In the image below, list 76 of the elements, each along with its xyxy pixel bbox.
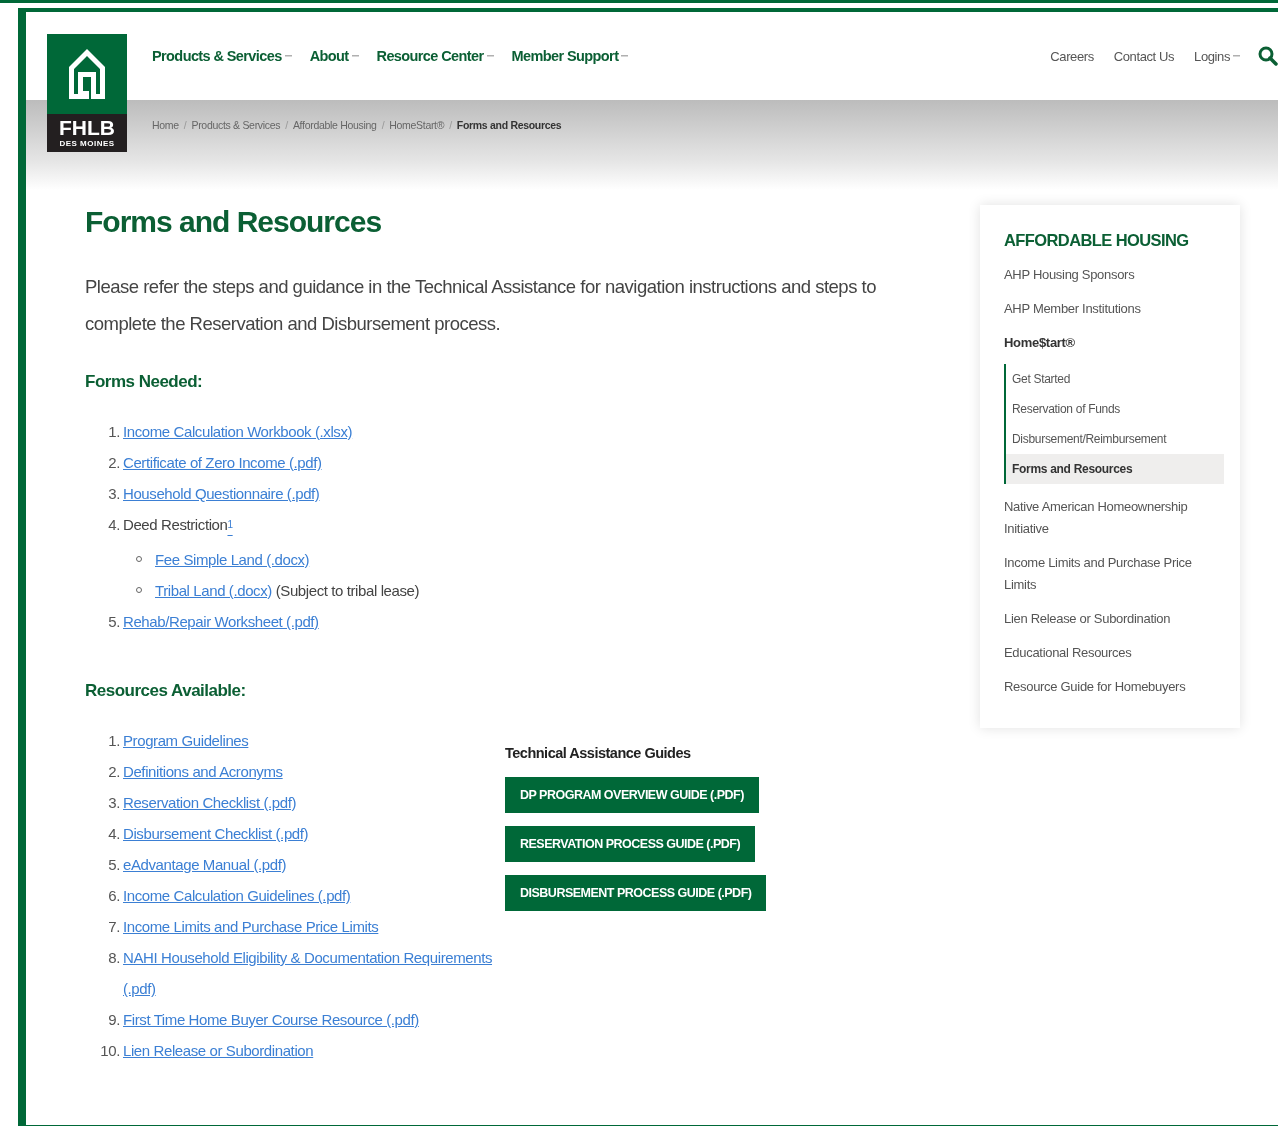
list-number: 4. [107, 824, 120, 844]
list-number: 1. [107, 422, 120, 442]
document-link[interactable]: Household Questionnaire (.pdf) [123, 478, 320, 509]
breadcrumb-item[interactable]: Home [152, 119, 179, 131]
nav-link[interactable]: Products & Services [152, 48, 292, 64]
search-icon[interactable] [1258, 46, 1278, 66]
utility-link[interactable]: Careers [1050, 48, 1094, 64]
list-number: 2. [107, 453, 120, 473]
document-link[interactable]: Reservation Checklist (.pdf) [123, 787, 297, 818]
sidebar-subitem[interactable]: Disbursement/Reimbursement [1006, 424, 1224, 454]
list-number: 9. [107, 1010, 120, 1030]
logo[interactable]: FHLB DES MOINES [47, 34, 127, 152]
list-number: 8. [107, 948, 120, 968]
utility-link[interactable]: Contact Us [1113, 48, 1175, 64]
document-link[interactable]: Lien Release or Subordination [123, 1035, 314, 1066]
utility-link[interactable]: Logins [1194, 48, 1240, 64]
sidebar-item[interactable]: Lien Release or Subordination [1004, 608, 1224, 630]
sidebar-subitem[interactable]: Forms and Resources [1006, 454, 1224, 484]
sidebar-item[interactable]: AHP Member Institutions [1004, 298, 1224, 320]
page-title: Forms and Resources [85, 204, 383, 240]
document-link[interactable]: Disbursement Checklist (.pdf) [123, 818, 309, 849]
document-link[interactable]: Rehab/Repair Worksheet (.pdf) [123, 606, 319, 637]
sidebar-item[interactable]: AHP Housing Sponsors [1004, 264, 1224, 286]
section-heading: Forms Needed: [85, 372, 204, 392]
list-note: (Subject to tribal lease) [275, 581, 420, 601]
list-number: 5. [107, 855, 120, 875]
list-number: 5. [107, 612, 120, 632]
guide-button[interactable]: DP PROGRAM OVERVIEW GUIDE (.PDF) [505, 777, 759, 813]
breadcrumb-item[interactable]: Products & Services [191, 119, 281, 131]
breadcrumb-separator: / [285, 119, 288, 131]
guide-button[interactable]: RESERVATION PROCESS GUIDE (.PDF) [505, 826, 756, 862]
document-link[interactable]: Income Limits and Purchase Price Limits [123, 911, 379, 942]
breadcrumb-item: Forms and Resources [456, 119, 562, 131]
list-number: 4. [107, 515, 120, 535]
document-link[interactable]: Definitions and Acronyms [123, 756, 283, 787]
document-link[interactable]: Fee Simple Land (.docx) [155, 544, 310, 575]
list-number: 10. [99, 1041, 120, 1061]
sidebar-item[interactable]: Income Limits and Purchase Price Limits [1004, 552, 1224, 596]
breadcrumb-separator: / [449, 119, 452, 131]
sidebar-item[interactable]: Resource Guide for Homebuyers [1004, 676, 1224, 698]
list-text: Deed Restriction [123, 515, 228, 535]
sidebar-item[interactable]: Native American Homeownership Initiative [1004, 496, 1224, 540]
document-link[interactable]: Income Calculation Workbook (.xlsx) [123, 416, 353, 447]
breadcrumb-item[interactable]: HomeStart® [389, 119, 445, 131]
document-link[interactable]: Program Guidelines [123, 725, 249, 756]
logo-name: FHLB [58, 117, 116, 139]
logo-subtitle: DES MOINES [58, 139, 116, 148]
section-heading: Resources Available: [85, 681, 247, 701]
footnote-link[interactable]: 1 [227, 509, 233, 544]
sidebar-subitem[interactable]: Get Started [1006, 364, 1224, 394]
breadcrumb-separator: / [183, 119, 187, 131]
document-link[interactable]: Certificate of Zero Income (.pdf) [123, 447, 322, 478]
document-link[interactable]: eAdvantage Manual (.pdf) [123, 849, 286, 880]
sidebar-item[interactable]: Home$tart® [1004, 332, 1224, 354]
sidebar-heading: AFFORDABLE HOUSING [1004, 231, 1190, 250]
list-number: 2. [107, 762, 120, 782]
sidebar-item[interactable]: Educational Resources [1004, 642, 1224, 664]
nav-link[interactable]: Member Support [511, 48, 629, 64]
guide-button[interactable]: DISBURSEMENT PROCESS GUIDE (.PDF) [505, 875, 767, 911]
list-number: 3. [107, 484, 120, 504]
document-link[interactable]: First Time Home Buyer Course Resource (.pdf) [123, 1004, 419, 1035]
intro-text: Please refer the steps and guidance in the Technical Assistance for navigation instructions and steps to complete the Reservation and Disbursement process. [85, 275, 877, 336]
guides-heading: Technical Assistance Guides [505, 745, 692, 761]
document-link[interactable]: Tribal Land (.docx) [155, 575, 272, 606]
nav-link[interactable]: About [309, 48, 359, 64]
document-link[interactable]: Income Calculation Guidelines (.pdf) [123, 880, 351, 911]
house-icon [67, 47, 107, 101]
list-number: 1. [107, 731, 120, 751]
nav-link[interactable]: Resource Center [376, 48, 494, 64]
sidebar-subitem[interactable]: Reservation of Funds [1006, 394, 1224, 424]
breadcrumb-separator: / [381, 119, 385, 131]
list-number: 6. [107, 886, 120, 906]
document-link[interactable]: NAHI Household Eligibility & Documentation Requirements (.pdf) [123, 942, 505, 1004]
breadcrumb-item[interactable]: Affordable Housing [292, 119, 377, 131]
list-number: 3. [107, 793, 120, 813]
list-number: 7. [107, 917, 120, 937]
